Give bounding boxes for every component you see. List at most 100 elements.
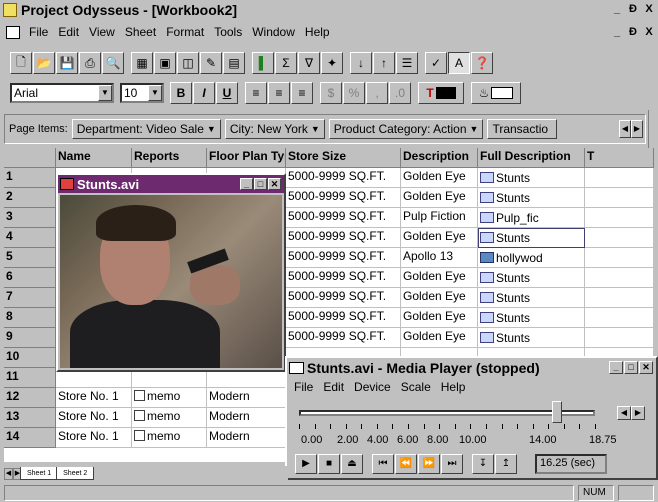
pivot-icon[interactable]: ▤ [223, 52, 245, 74]
next-mark-icon[interactable]: ⏭ [441, 454, 463, 474]
filter-product-category[interactable]: Product Category: Action ▼ [328, 119, 484, 139]
previous-mark-icon[interactable]: ⏮ [372, 454, 394, 474]
menu-file[interactable]: File [24, 25, 53, 39]
chevron-down-icon[interactable]: ▼ [98, 85, 112, 101]
filter-city[interactable]: City: New York ▼ [224, 119, 325, 139]
cell-full-description[interactable]: Stunts [478, 228, 585, 248]
video-minimize-button[interactable]: _ [240, 178, 253, 190]
menu-view[interactable]: View [84, 25, 120, 39]
start-selection-icon[interactable]: ↧ [472, 454, 494, 474]
mp-menu-scale[interactable]: Scale [396, 380, 436, 394]
play-icon[interactable]: ▶ [295, 454, 317, 474]
sheet-layout-icon[interactable]: ▦ [131, 52, 153, 74]
menu-tools[interactable]: Tools [209, 25, 247, 39]
menu-edit[interactable]: Edit [53, 25, 84, 39]
text-color-button[interactable]: T [418, 82, 464, 104]
menu-sheet[interactable]: Sheet [120, 25, 161, 39]
filter-department[interactable]: Department: Video Sale ▼ [71, 119, 221, 139]
cell-reports[interactable]: memo [132, 388, 207, 408]
cell-description[interactable]: Golden Eye [401, 188, 478, 208]
corner-cell[interactable] [4, 148, 56, 168]
row-number[interactable]: 13 [4, 408, 56, 428]
cell-full-description[interactable]: Pulp_fic [478, 208, 585, 228]
sort-ascending-icon[interactable]: ↓ [350, 52, 372, 74]
media-player-title-bar[interactable]: Stunts.avi - Media Player (stopped) _ □ … [287, 358, 656, 378]
menu-format[interactable]: Format [161, 25, 209, 39]
cell-t[interactable] [585, 208, 654, 228]
mp-menu-device[interactable]: Device [349, 380, 396, 394]
mp-menu-help[interactable]: Help [436, 380, 471, 394]
cell-full-description[interactable]: Stunts [478, 188, 585, 208]
sum-icon[interactable]: Σ [275, 52, 297, 74]
table-view-icon[interactable]: ▣ [154, 52, 176, 74]
column-view-icon[interactable]: ◫ [177, 52, 199, 74]
outline-icon[interactable]: ☰ [396, 52, 418, 74]
doc-restore-button[interactable]: Ɖ [626, 25, 640, 39]
font-select[interactable]: Arial ▼ [10, 83, 114, 103]
save-icon[interactable]: 💾 [56, 52, 78, 74]
row-number[interactable]: 14 [4, 428, 56, 448]
cell-t[interactable] [585, 288, 654, 308]
cell-t[interactable] [585, 168, 654, 188]
row-number[interactable]: 12 [4, 388, 56, 408]
seek-thumb[interactable] [552, 401, 562, 423]
doc-close-button[interactable]: X [642, 25, 656, 39]
cell-description[interactable]: Golden Eye [401, 328, 478, 348]
cell-full-description[interactable]: Stunts [478, 308, 585, 328]
rewind-icon[interactable]: ⏪ [395, 454, 417, 474]
mark-out-icon[interactable]: ▶ [631, 406, 645, 420]
tab-sheet-1[interactable]: Sheet 1 [20, 467, 59, 480]
cell-t[interactable] [585, 308, 654, 328]
restore-button[interactable]: Ɖ [626, 2, 640, 16]
cell-store-size[interactable]: 5000-9999 SQ.FT. [286, 288, 401, 308]
cell-name[interactable]: Store No. 1 [56, 408, 132, 428]
mark-in-icon[interactable]: ◀ [617, 406, 631, 420]
print-icon[interactable]: ⎙ [79, 52, 101, 74]
drawing-icon[interactable]: ✎ [200, 52, 222, 74]
new-icon[interactable]: 🗋 [10, 52, 32, 74]
underline-button[interactable]: U [216, 82, 238, 104]
cell-store-size[interactable]: 5000-9999 SQ.FT. [286, 248, 401, 268]
close-button[interactable]: X [642, 2, 656, 16]
cell-reports[interactable]: memo [132, 428, 207, 448]
filter-icon[interactable]: ∇ [298, 52, 320, 74]
cell-store-size[interactable]: 5000-9999 SQ.FT. [286, 168, 401, 188]
cell-description[interactable]: Golden Eye [401, 168, 478, 188]
cell-store-size[interactable]: 5000-9999 SQ.FT. [286, 188, 401, 208]
cell-store-size[interactable]: 5000-9999 SQ.FT. [286, 328, 401, 348]
tab-scroll-left-icon[interactable]: ◀ [4, 468, 13, 480]
chart-icon[interactable]: ▌ [252, 52, 274, 74]
cell-full-description[interactable]: Stunts [478, 288, 585, 308]
font-style-icon[interactable]: A [448, 52, 470, 74]
cell-t[interactable] [585, 188, 654, 208]
bold-button[interactable]: B [170, 82, 192, 104]
chevron-down-icon[interactable]: ▼ [148, 85, 162, 101]
video-maximize-button[interactable]: □ [254, 178, 267, 190]
column-header-store-size[interactable]: Store Size [286, 148, 401, 168]
row-number[interactable]: 3 [4, 208, 56, 228]
filter-transaction[interactable]: Transactio [487, 119, 558, 139]
column-header-t[interactable]: T [585, 148, 654, 168]
cell-full-description[interactable]: hollywod [478, 248, 585, 268]
cell-full-description[interactable]: Stunts [478, 268, 585, 288]
video-window[interactable]: Stunts.avi _ □ ✕ [56, 173, 286, 372]
cell-description[interactable]: Golden Eye [401, 308, 478, 328]
row-number[interactable]: 8 [4, 308, 56, 328]
column-header-floor-plan[interactable]: Floor Plan Type [207, 148, 286, 168]
mp-menu-edit[interactable]: Edit [318, 380, 349, 394]
align-right-icon[interactable]: ≡ [291, 82, 313, 104]
stop-icon[interactable]: ■ [318, 454, 340, 474]
row-number[interactable]: 10 [4, 348, 56, 368]
open-icon[interactable]: 📂 [33, 52, 55, 74]
media-minimize-button[interactable]: _ [609, 361, 623, 374]
menu-help[interactable]: Help [300, 25, 335, 39]
vertical-scrollbar[interactable] [648, 110, 658, 150]
cell-name[interactable]: Store No. 1 [56, 428, 132, 448]
cell-floor-plan[interactable]: Modern [207, 388, 286, 408]
row-number[interactable]: 4 [4, 228, 56, 248]
align-center-icon[interactable]: ≡ [268, 82, 290, 104]
row-number[interactable]: 7 [4, 288, 56, 308]
font-size-select[interactable]: 10 ▼ [120, 83, 164, 103]
align-left-icon[interactable]: ≡ [245, 82, 267, 104]
cell-store-size[interactable]: 5000-9999 SQ.FT. [286, 208, 401, 228]
